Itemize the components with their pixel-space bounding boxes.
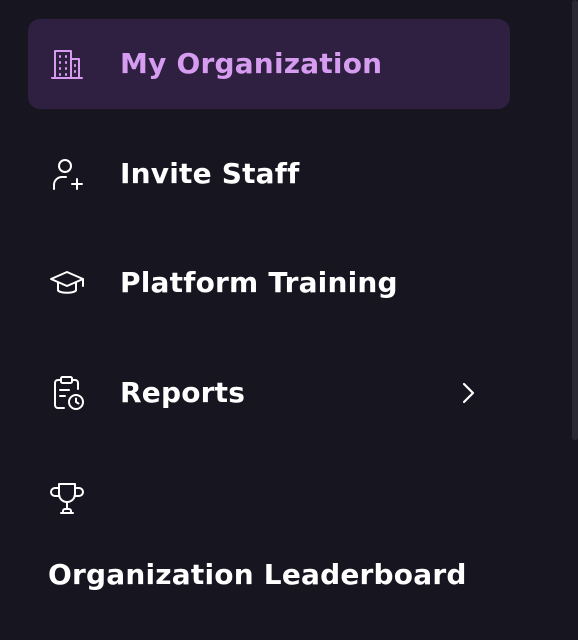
nav-item-label: Reports [120,376,246,409]
nav-item-my-organization[interactable]: My Organization [28,19,510,109]
sidebar-nav: My Organization Invite Staff Platform Tr… [0,0,578,640]
add-user-icon [49,156,85,192]
graduation-cap-icon [49,265,85,301]
nav-item-organization-leaderboard[interactable]: Organization Leaderboard [48,553,467,597]
nav-item-platform-training[interactable]: Platform Training [28,238,510,328]
building-icon [49,46,85,82]
nav-item-invite-staff[interactable]: Invite Staff [28,129,510,219]
trophy-icon[interactable] [49,480,85,516]
nav-item-label: Invite Staff [120,157,300,190]
chevron-right-icon[interactable] [454,379,482,407]
nav-item-reports[interactable]: Reports [28,348,510,438]
scrollbar[interactable] [572,0,578,440]
clipboard-clock-icon [49,375,85,411]
nav-item-label: Platform Training [120,266,398,299]
nav-item-label: My Organization [120,47,383,80]
